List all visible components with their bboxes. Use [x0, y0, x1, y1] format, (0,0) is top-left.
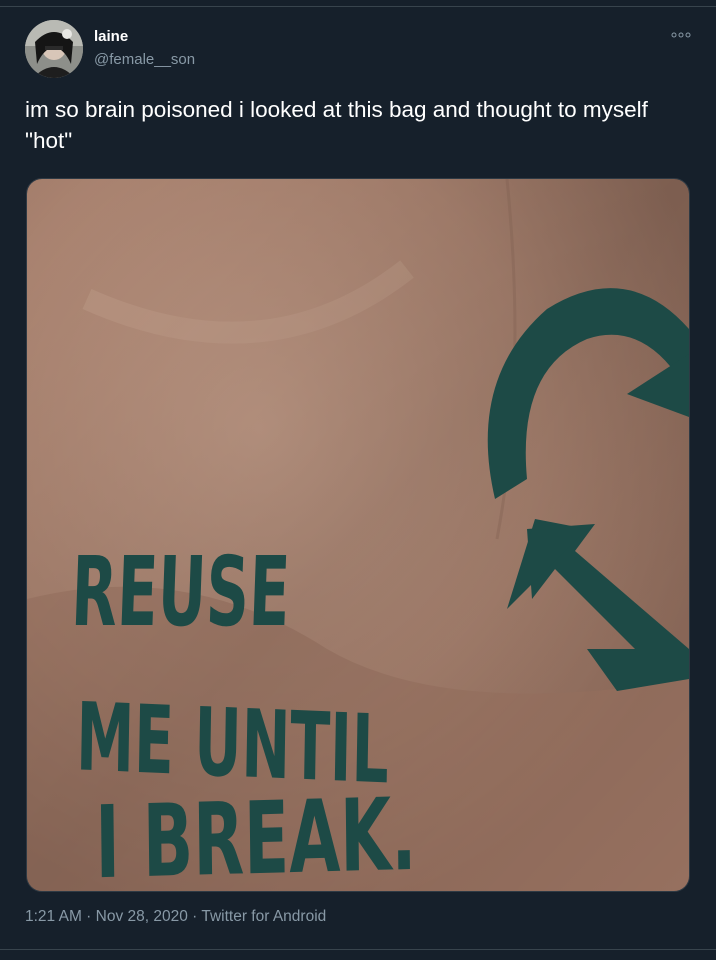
avatar[interactable]: [25, 20, 83, 78]
tweet-text: im so brain poisoned i looked at this ba…: [25, 97, 648, 153]
bag-text-line3: I BREAK.: [95, 776, 417, 891]
tweet-header: laine @female__son: [25, 18, 695, 80]
more-horizontal-icon[interactable]: [671, 32, 691, 38]
bag-text-line1: REUSE: [70, 536, 292, 648]
tweet-screenshot: laine @female__son im so brain poisoned …: [0, 0, 716, 960]
display-name[interactable]: laine: [94, 28, 128, 45]
tweet-photo[interactable]: REUSE ME UNTIL I BREAK.: [26, 178, 690, 892]
user-handle[interactable]: @female__son: [94, 51, 195, 68]
bottom-divider: [0, 949, 716, 950]
bag-photo: REUSE ME UNTIL I BREAK.: [27, 179, 689, 891]
top-divider: [0, 6, 716, 7]
avatar-image: [25, 20, 83, 78]
tweet-timestamp[interactable]: 1:21 AM · Nov 28, 2020 · Twitter for And…: [25, 908, 326, 926]
